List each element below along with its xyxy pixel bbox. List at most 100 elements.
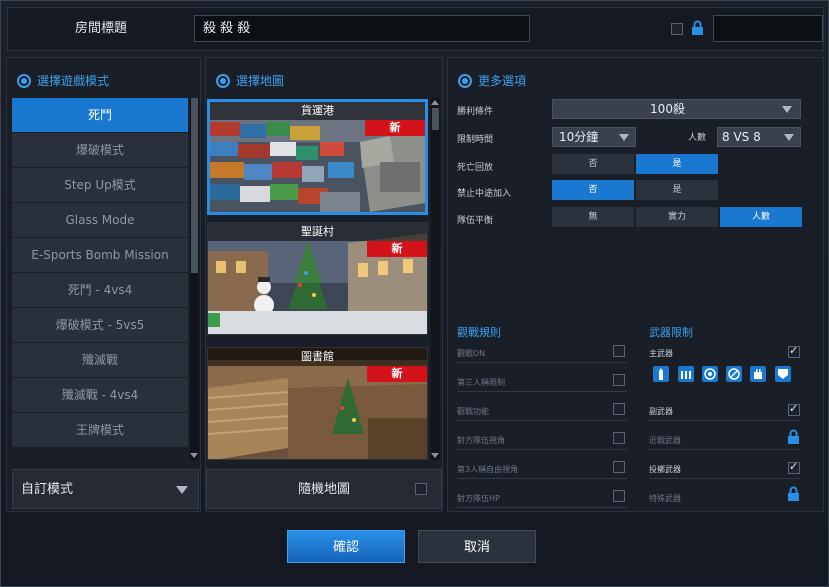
- divider: [457, 391, 627, 392]
- respawn-label: 死亡回放: [457, 163, 494, 173]
- room-title-input[interactable]: 殺 殺 殺: [194, 15, 530, 42]
- random-map-checkbox[interactable]: [415, 483, 427, 495]
- join-option-yes[interactable]: 是: [636, 180, 718, 200]
- target-icon: [458, 73, 472, 88]
- divider: [457, 362, 627, 363]
- divider: [649, 478, 801, 479]
- chevron-down-icon: [619, 134, 629, 141]
- mode-item[interactable]: Step Up模式: [12, 168, 188, 203]
- mode-scroll-thumb[interactable]: [191, 98, 198, 273]
- scroll-down-icon[interactable]: [190, 453, 198, 458]
- mode-scrollbar[interactable]: [190, 98, 199, 460]
- mode-item[interactable]: E-Sports Bomb Mission: [12, 238, 188, 273]
- throwing-weapon-checkbox[interactable]: [788, 460, 800, 474]
- mode-item[interactable]: 死鬥 - 4vs4: [12, 273, 188, 308]
- map-name: 圖書館: [208, 348, 427, 366]
- divider: [457, 507, 627, 508]
- bullet-icon[interactable]: [653, 366, 669, 382]
- spectate-rule-label: 第3人稱自由視角: [457, 465, 519, 474]
- room-title-label: 房間標題: [74, 21, 127, 36]
- room-settings-dialog: 房間標題 殺 殺 殺 選擇遊戲模式 死鬥 爆破模式 Step Up模式 Glass M…: [0, 0, 829, 587]
- target-icon: [216, 73, 230, 88]
- balance-option-skill[interactable]: 實力: [636, 207, 718, 227]
- spectate-rule-checkbox[interactable]: [613, 345, 625, 357]
- mode-item[interactable]: 爆破模式 - 5vs5: [12, 308, 188, 343]
- spectate-rule-checkbox[interactable]: [613, 374, 625, 386]
- target-icon: [17, 73, 31, 88]
- time-limit-dropdown[interactable]: 10分鐘: [552, 127, 636, 147]
- win-condition-dropdown[interactable]: 100殺: [552, 99, 801, 119]
- password-checkbox[interactable]: [671, 23, 683, 35]
- respawn-option-yes[interactable]: 是: [636, 154, 718, 174]
- spectate-rule-label: 觀戰功能: [457, 407, 489, 416]
- mode-item[interactable]: Glass Mode: [12, 203, 188, 238]
- map-scroll-thumb[interactable]: [432, 108, 439, 130]
- confirm-button[interactable]: 確認: [287, 530, 405, 563]
- mode-item[interactable]: 王牌模式: [12, 413, 188, 448]
- mode-list: 死鬥 爆破模式 Step Up模式 Glass Mode E-Sports Bomb M…: [12, 98, 188, 460]
- lock-icon: [788, 429, 799, 444]
- options-panel-title: 更多選項: [458, 72, 526, 89]
- spectate-rule-label: 第三人稱限制: [457, 378, 505, 387]
- shield-icon[interactable]: [775, 366, 791, 382]
- mode-panel-title: 選擇遊戲模式: [17, 72, 109, 89]
- new-badge: 新: [365, 120, 425, 136]
- spectate-rule-checkbox[interactable]: [613, 461, 625, 473]
- join-option-no[interactable]: 否: [552, 180, 634, 200]
- map-name: 聖誕村: [208, 223, 427, 241]
- divider: [457, 478, 627, 479]
- join-label: 禁止中途加入: [457, 189, 512, 199]
- custom-mode-dropdown[interactable]: 自訂模式: [12, 469, 199, 509]
- mode-item[interactable]: 爆破模式: [12, 133, 188, 168]
- spectate-rule-label: 觀戰ON: [457, 349, 486, 358]
- map-card-library[interactable]: 圖書館 新: [207, 347, 428, 460]
- ammo-icon[interactable]: [678, 366, 694, 382]
- primary-weapon-label: 主武器: [649, 349, 673, 358]
- chevron-down-icon: [784, 134, 794, 141]
- spectate-rule-checkbox[interactable]: [613, 432, 625, 444]
- secondary-weapon-checkbox[interactable]: [788, 402, 800, 416]
- divider: [457, 449, 627, 450]
- map-card-port[interactable]: 貨運港 新: [207, 99, 428, 215]
- target-mode-icon[interactable]: [702, 366, 718, 382]
- respawn-option-no[interactable]: 否: [552, 154, 634, 174]
- map-name: 貨運港: [210, 102, 425, 120]
- chevron-down-icon: [782, 106, 792, 113]
- throwing-weapon-label: 投擲武器: [649, 465, 681, 474]
- melee-weapon-label: 近戰武器: [649, 436, 681, 445]
- cancel-button[interactable]: 取消: [418, 530, 536, 563]
- mode-item[interactable]: 死鬥: [12, 98, 188, 133]
- chevron-down-icon: [176, 486, 188, 494]
- new-badge: 新: [367, 366, 427, 382]
- secondary-weapon-label: 副武器: [649, 407, 673, 416]
- spectate-rules-title: 觀戰規則: [457, 326, 501, 339]
- time-limit-label: 限制時間: [457, 135, 494, 145]
- primary-weapon-checkbox[interactable]: [788, 344, 800, 358]
- scroll-down-icon[interactable]: [431, 453, 439, 458]
- map-panel-title: 選擇地圖: [216, 72, 284, 89]
- random-map-button[interactable]: 隨機地圖: [206, 469, 442, 509]
- divider: [457, 420, 627, 421]
- divider: [649, 449, 801, 450]
- header-bar: 房間標題 殺 殺 殺: [7, 7, 824, 51]
- balance-option-none[interactable]: 無: [552, 207, 634, 227]
- map-card-christmas-village[interactable]: 聖誕村 新: [207, 222, 428, 335]
- grenade-box-icon[interactable]: [750, 366, 766, 382]
- players-dropdown[interactable]: 8 VS 8: [717, 127, 801, 147]
- map-scrollbar[interactable]: [431, 98, 440, 460]
- spectate-rule-checkbox[interactable]: [613, 403, 625, 415]
- special-weapon-label: 特殊武器: [649, 494, 681, 503]
- scroll-up-icon[interactable]: [431, 100, 439, 105]
- spectate-rule-checkbox[interactable]: [613, 490, 625, 502]
- weapon-limit-title: 武器限制: [649, 326, 693, 339]
- lock-icon: [788, 486, 799, 501]
- new-badge: 新: [367, 241, 427, 257]
- balance-option-players[interactable]: 人數: [720, 207, 802, 227]
- crosshair-icon[interactable]: [726, 366, 742, 382]
- password-input[interactable]: [713, 15, 823, 42]
- mode-item[interactable]: 殲滅戰 - 4vs4: [12, 378, 188, 413]
- balance-label: 隊伍平衡: [457, 216, 494, 226]
- players-label: 人數: [688, 133, 707, 143]
- mode-item[interactable]: 殲滅戰: [12, 343, 188, 378]
- spectate-rule-label: 對方隊伍HP: [457, 494, 500, 503]
